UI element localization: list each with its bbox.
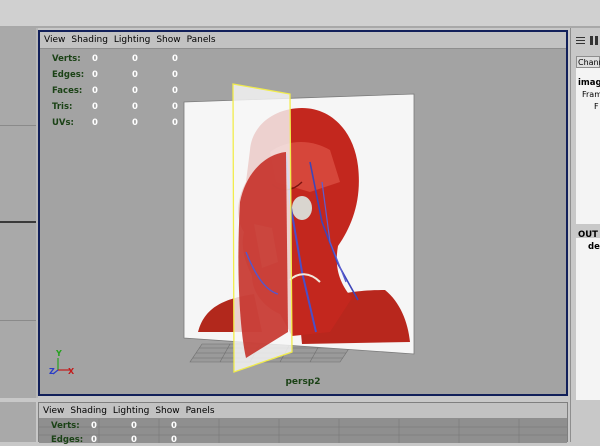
stat-value: 0 [131,421,137,431]
menu-panels[interactable]: Panels [182,403,217,416]
stat-value: 0 [91,421,97,431]
stat-value: 0 [171,421,177,431]
menu-view[interactable]: View [39,403,66,416]
stat-label: Edges: [51,435,84,445]
selected-object-name: imag [578,78,600,88]
menu-shading[interactable]: Shading [66,403,109,416]
attr-f-label: F [594,102,599,111]
channel-box-icon[interactable] [576,36,585,45]
attr-frame-label: Fram [582,90,600,99]
layers-icon [590,36,598,45]
outliner-header: OUT [578,230,598,240]
image-plane-front-selected[interactable] [232,83,293,373]
axis-gizmo: Y Z X [49,349,75,376]
left-viewport-panel[interactable] [0,28,36,398]
bottom-heads-up-stats: Verts: 0 0 0 Edges: 0 0 0 [39,421,239,446]
perspective-viewport[interactable]: View Shading Lighting Show Panels Verts: 0 0… [38,30,568,396]
camera-name-label: persp2 [285,377,321,387]
tab-channels[interactable]: Chann [576,56,600,68]
stat-value: 0 [131,435,137,445]
stat-value: 0 [171,435,177,445]
outliner-list[interactable]: OUT de [576,230,600,400]
stat-value: 0 [91,435,97,445]
axis-y-label: Y [55,349,62,358]
toolbar-divider [0,26,600,28]
list-icon [576,37,585,44]
top-toolbar [0,0,600,26]
stat-row-verts: Verts: 0 0 0 [39,421,239,432]
menu-show[interactable]: Show [151,403,181,416]
outliner-item[interactable]: de [588,242,600,252]
bottom-viewport[interactable]: View Shading Lighting Show Panels Verts: 0 0… [38,402,568,446]
stat-row-edges: Edges: 0 0 0 [39,435,239,446]
stat-label: Verts: [51,421,80,431]
menu-lighting[interactable]: Lighting [109,403,151,416]
scene-render[interactable]: Y Z X [40,32,566,394]
channel-box-list[interactable]: imag Fram F [576,68,600,224]
left-panel-divider [0,221,36,223]
axis-x-label: X [68,367,75,376]
bottom-viewport-menubar: View Shading Lighting Show Panels [39,403,567,419]
axis-z-label: Z [49,367,55,376]
left-panel-divider [0,320,36,321]
bottom-left-panel[interactable] [0,402,36,442]
layer-editor-icon[interactable] [590,36,599,45]
left-panel-divider [0,125,36,126]
